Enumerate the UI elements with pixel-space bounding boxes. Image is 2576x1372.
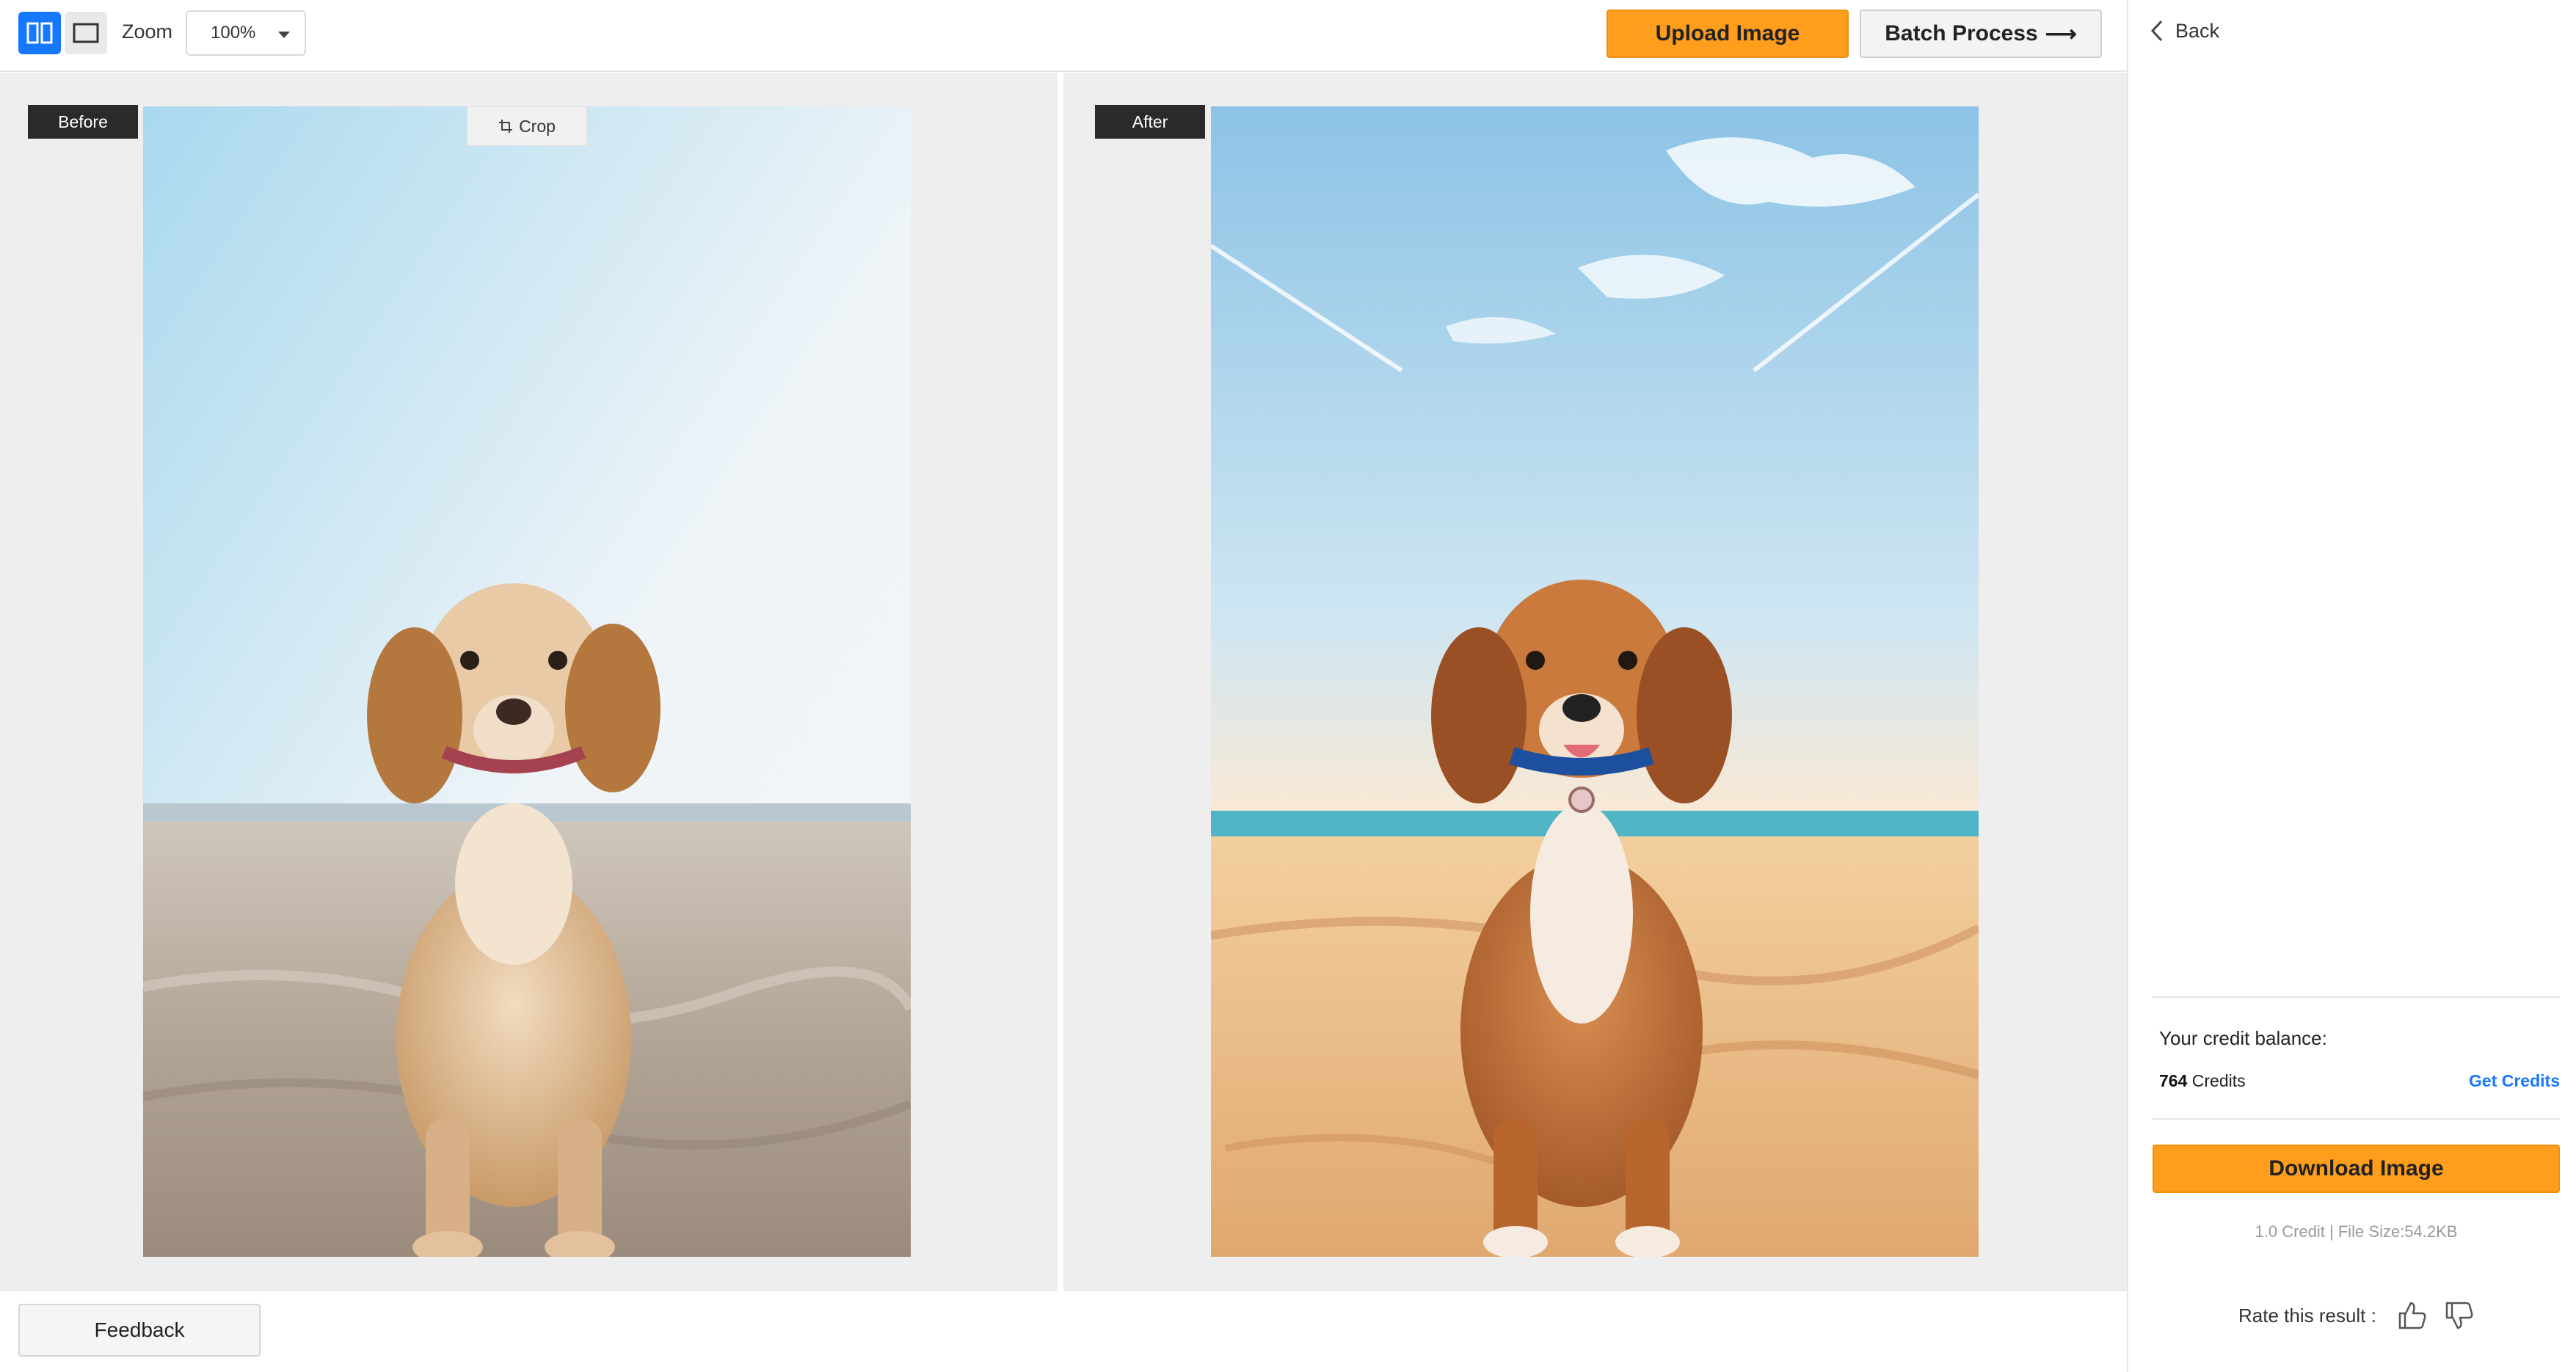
upload-image-button[interactable]: Upload Image — [1607, 10, 1849, 58]
feedback-button[interactable]: Feedback — [18, 1304, 261, 1357]
download-image-label: Download Image — [2268, 1156, 2444, 1181]
split-view-icon — [26, 22, 53, 44]
top-toolbar: Zoom 100% Upload Image Batch Process ⟶ — [0, 0, 2127, 72]
credit-amount: 764 Credits — [2159, 1071, 2246, 1091]
batch-process-label: Batch Process — [1885, 21, 2038, 45]
sidebar-divider — [2152, 996, 2560, 998]
back-link[interactable]: Back — [2150, 19, 2219, 43]
zoom-label: Zoom — [122, 21, 173, 43]
file-info: 1.0 Credit | File Size:54.2KB — [2255, 1222, 2458, 1241]
crop-icon — [499, 120, 513, 133]
upload-image-label: Upload Image — [1655, 21, 1800, 45]
right-sidebar: Back Your credit balance: 764 Credits Ge… — [2127, 0, 2576, 1372]
crop-button[interactable]: Crop — [467, 106, 587, 146]
credit-unit: Credits — [2191, 1071, 2246, 1090]
single-view-button[interactable] — [65, 12, 107, 54]
thumbs-up-icon[interactable] — [2397, 1300, 2428, 1331]
chevron-left-icon — [2150, 20, 2163, 42]
after-pane: After — [1063, 73, 2127, 1291]
before-tag: Before — [28, 105, 138, 139]
before-pane: Before Crop — [0, 73, 1058, 1291]
sidebar-divider-2 — [2152, 1118, 2560, 1120]
zoom-select[interactable]: 100% — [186, 10, 306, 56]
crop-label: Crop — [519, 116, 556, 136]
back-label: Back — [2175, 19, 2220, 42]
after-tag: After — [1095, 105, 1205, 139]
rate-label: Rate this result : — [2238, 1304, 2376, 1327]
batch-process-button[interactable]: Batch Process ⟶ — [1860, 10, 2102, 58]
credit-row: 764 Credits Get Credits — [2159, 1071, 2560, 1091]
thumbs-down-icon[interactable] — [2444, 1300, 2475, 1331]
credit-balance-title: Your credit balance: — [2159, 1027, 2327, 1049]
zoom-value: 100% — [211, 23, 256, 43]
split-view-button[interactable] — [18, 12, 61, 54]
after-image — [1211, 106, 1979, 1257]
rate-result: Rate this result : — [2238, 1300, 2475, 1331]
get-credits-link[interactable]: Get Credits — [2469, 1071, 2560, 1091]
pane-divider[interactable] — [1058, 73, 1063, 1291]
credit-number: 764 — [2159, 1071, 2188, 1090]
single-view-icon — [73, 23, 99, 43]
chevron-down-icon — [278, 32, 290, 38]
download-image-button[interactable]: Download Image — [2153, 1145, 2560, 1193]
before-image — [143, 106, 911, 1257]
feedback-label: Feedback — [94, 1318, 185, 1341]
rating-buttons — [2397, 1300, 2475, 1331]
arrow-right-icon: ⟶ — [2045, 21, 2077, 46]
bottom-bar: Feedback — [0, 1291, 2127, 1372]
